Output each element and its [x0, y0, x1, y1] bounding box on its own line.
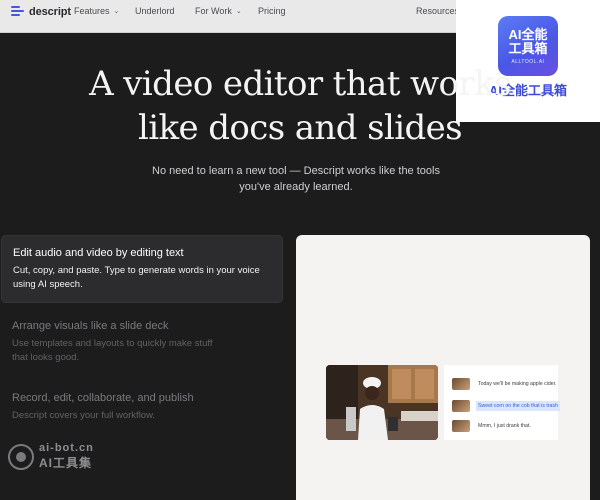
badge-tile-text: AI全能工具箱 [508, 26, 548, 56]
transcript-text: Mmm, I just drank that. [478, 423, 531, 429]
hero-title: A video editor that works like docs and … [40, 62, 560, 150]
nav-resources-label: Resources [416, 6, 460, 16]
nav-underlord[interactable]: Underlord [135, 6, 175, 16]
transcript-card: Today we'll be making apple cider. Sweet… [444, 365, 560, 440]
nav-features[interactable]: Features ⌄ [74, 6, 119, 16]
nav-resources[interactable]: Resources [416, 6, 459, 16]
nav-underlord-label: Underlord [135, 6, 175, 16]
nav-pricing[interactable]: Pricing [258, 6, 286, 16]
nav-features-label: Features [74, 6, 110, 16]
watermark-line2: AI工具集 [39, 456, 93, 470]
feature-desc: Descript covers your full workflow. [12, 409, 272, 423]
chevron-down-icon: ⌄ [113, 8, 120, 15]
transcript-line-highlighted[interactable]: Sweet corn on the cob that is trash [452, 400, 560, 412]
transcript-line[interactable]: Mmm, I just drank that. [452, 420, 533, 432]
transcript-line[interactable]: Today we'll be making apple cider. [452, 378, 559, 390]
feature-desc: Cut, copy, and paste. Type to generate w… [13, 264, 271, 292]
clip-thumbnail [452, 400, 470, 412]
chevron-down-icon: ⌄ [235, 8, 242, 15]
feature-desc-line1: Use templates and layouts to quickly mak… [12, 338, 213, 349]
hero-subtitle: No need to learn a new tool — Descript w… [120, 163, 472, 195]
ai-bot-watermark: ai-bot.cn AI工具集 [8, 442, 94, 471]
video-frame-image [326, 365, 438, 440]
clip-thumbnail [452, 420, 470, 432]
hero-title-line2: like docs and slides [137, 108, 463, 148]
transcript-text-highlighted: Sweet corn on the cob that is trash [476, 401, 560, 411]
feature-edit-text[interactable]: Edit audio and video by editing text Cut… [1, 235, 283, 303]
hero-title-line1: A video editor that works [89, 64, 511, 104]
feature-workflow[interactable]: Record, edit, collaborate, and publish D… [1, 392, 283, 423]
nav-pricing-label: Pricing [258, 6, 286, 16]
feature-desc: Use templates and layouts to quickly mak… [12, 337, 272, 365]
descript-logo-icon [11, 5, 24, 18]
feature-desc-line2: using AI speech. [13, 279, 83, 290]
preview-panel: Today we'll be making apple cider. Sweet… [296, 235, 590, 500]
watermark-logo-icon [8, 443, 34, 470]
transcript-text: Today we'll be making apple cider. [478, 381, 557, 387]
feature-desc-line1: Descript covers your full workflow. [12, 410, 156, 421]
feature-title: Record, edit, collaborate, and publish [12, 392, 194, 404]
logo-text: descript [29, 5, 71, 18]
hero-subtitle-line2: you've already learned. [239, 181, 353, 193]
hero-subtitle-line1: No need to learn a new tool — Descript w… [152, 165, 440, 177]
feature-title: Arrange visuals like a slide deck [12, 320, 169, 332]
clip-thumbnail [452, 378, 470, 390]
watermark-line1: ai-bot.cn [39, 442, 94, 454]
feature-desc-line1: Cut, copy, and paste. Type to generate w… [13, 265, 260, 276]
feature-title: Edit audio and video by editing text [13, 247, 184, 259]
nav-for-work-label: For Work [195, 6, 232, 16]
video-thumbnail[interactable] [326, 365, 438, 440]
nav-for-work[interactable]: For Work ⌄ [195, 6, 242, 16]
feature-slide-deck[interactable]: Arrange visuals like a slide deck Use te… [1, 320, 283, 365]
descript-logo[interactable]: descript [11, 5, 71, 18]
feature-desc-line2: that looks good. [12, 352, 80, 363]
